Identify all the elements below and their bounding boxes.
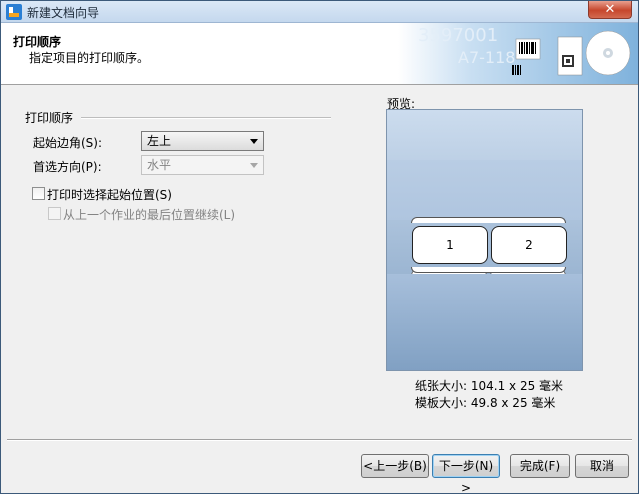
step-subtitle: 指定项目的打印顺序。 (29, 51, 150, 65)
preview-strip-top-edge (411, 217, 566, 223)
finish-button[interactable]: 完成(F) (510, 454, 570, 478)
new-document-wizard-window: 新建文档向导 ✕ 打印顺序 指定项目的打印顺序。 3597001 A7-118 (0, 0, 639, 494)
banner-code-text: A7-118 (458, 48, 515, 67)
continue-last-label: 从上一个作业的最后位置继续(L) (63, 208, 236, 222)
chevron-down-icon (250, 139, 258, 144)
start-corner-value: 左上 (147, 134, 172, 148)
header-banner-graphic: 3597001 A7-118 (398, 23, 638, 84)
preview-mask-top (387, 160, 582, 220)
close-button[interactable]: ✕ (588, 1, 632, 19)
back-button[interactable]: <上一步(B) (361, 454, 429, 478)
window-title: 新建文档向导 (27, 6, 100, 20)
label-sheet-icon (557, 36, 583, 76)
title-bar: 新建文档向导 ✕ (1, 1, 638, 23)
preview-strip-bottom-edge (411, 267, 566, 273)
preview-mask-bottom (387, 274, 582, 370)
step-title: 打印顺序 (13, 35, 62, 49)
start-corner-select[interactable]: 左上 (141, 131, 264, 151)
start-corner-label: 起始边角(S): (33, 136, 103, 150)
footer-divider (7, 439, 632, 441)
choose-start-label[interactable]: 打印时选择起始位置(S) (47, 186, 172, 203)
continue-last-checkbox[interactable] (48, 207, 61, 220)
banner-number-text: 3597001 (418, 25, 498, 46)
template-size-text: 模板大小: 49.8 x 25 毫米 (415, 396, 556, 410)
direction-select[interactable]: 水平 (141, 155, 264, 175)
preview-label-cell-1: 1 (412, 226, 488, 264)
cd-disc-icon (585, 30, 631, 76)
barcode-icon (515, 38, 541, 60)
print-order-group-title: 打印顺序 (25, 111, 74, 125)
next-button[interactable]: 下一步(N) > (432, 454, 500, 493)
cancel-button[interactable]: 取消 (575, 454, 629, 478)
preview-label-cell-2: 2 (491, 226, 567, 264)
paper-size-text: 纸张大小: 104.1 x 25 毫米 (415, 379, 564, 393)
choose-start-checkbox[interactable] (32, 187, 45, 200)
chevron-down-icon (250, 163, 258, 168)
wizard-header: 打印顺序 指定项目的打印顺序。 3597001 A7-118 (1, 23, 638, 85)
direction-value: 水平 (147, 158, 172, 172)
direction-label: 首选方向(P): (33, 160, 102, 174)
app-logo-icon (6, 4, 22, 20)
preview-panel: 1 2 (386, 109, 583, 371)
group-divider (81, 117, 331, 119)
